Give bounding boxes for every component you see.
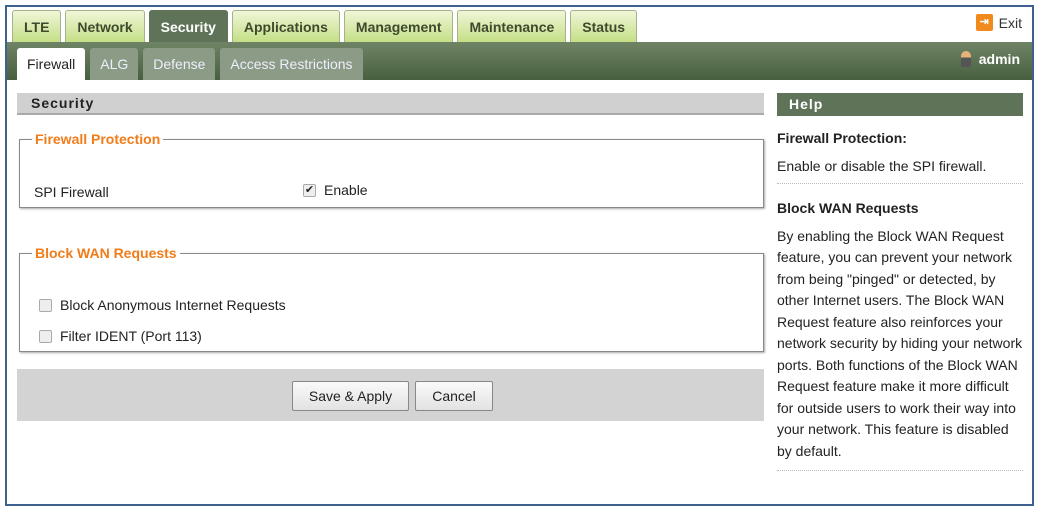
- help-title: Help: [777, 93, 1023, 116]
- spi-firewall-enable[interactable]: ✔ Enable: [303, 182, 368, 198]
- help-section-title: Firewall Protection:: [777, 130, 907, 146]
- save-apply-button[interactable]: Save & Apply: [292, 381, 409, 411]
- help-section: Firewall Protection: Enable or disable t…: [777, 116, 1023, 184]
- cancel-button[interactable]: Cancel: [415, 381, 493, 411]
- tab-security[interactable]: Security: [148, 10, 228, 42]
- help-section-text: Enable or disable the SPI firewall.: [777, 157, 987, 174]
- subtab-alg[interactable]: ALG: [90, 48, 139, 80]
- user-menu: admin: [960, 51, 1020, 67]
- spi-firewall-checkbox[interactable]: ✔: [303, 183, 316, 197]
- help-section-text: By enabling the Block WAN Request featur…: [777, 227, 1023, 459]
- exit-button[interactable]: ⇥ Exit: [975, 14, 1022, 31]
- checkbox-label: Filter IDENT (Port 113): [60, 328, 202, 344]
- tab-network[interactable]: Network: [65, 10, 145, 42]
- user-icon: [960, 51, 971, 67]
- top-nav: LTE Network Security Applications Manage…: [12, 10, 638, 42]
- subtab-access-restrictions[interactable]: Access Restrictions: [220, 48, 363, 80]
- filter-ident-checkbox[interactable]: [39, 329, 52, 343]
- group-legend: Firewall Protection: [35, 131, 161, 147]
- checkbox-label: Block Anonymous Internet Requests: [60, 297, 286, 313]
- block-anonymous-checkbox[interactable]: [39, 298, 52, 312]
- tab-management[interactable]: Management: [343, 10, 454, 42]
- tab-maintenance[interactable]: Maintenance: [457, 10, 567, 42]
- block-anonymous-option[interactable]: Block Anonymous Internet Requests: [39, 297, 286, 313]
- label-text: SPI Firewall: [34, 184, 109, 200]
- filter-ident-option[interactable]: Filter IDENT (Port 113): [39, 328, 202, 344]
- checkbox-label: Enable: [324, 182, 368, 198]
- subtab-firewall[interactable]: Firewall: [17, 48, 86, 80]
- button-bar: Save & Apply Cancel: [17, 369, 764, 421]
- firewall-protection-group: Firewall Protection SPI Firewall ✔ Enabl…: [19, 131, 764, 208]
- help-panel: Help Firewall Protection: Enable or disa…: [777, 93, 1023, 471]
- section-title: Security: [17, 93, 764, 115]
- tab-applications[interactable]: Applications: [231, 10, 340, 42]
- tab-lte[interactable]: LTE: [12, 10, 62, 42]
- exit-icon: ⇥: [975, 14, 993, 31]
- tab-status[interactable]: Status: [570, 10, 638, 42]
- help-section-title: Block WAN Requests: [777, 200, 919, 216]
- spi-firewall-label: SPI Firewall: [34, 184, 109, 200]
- block-wan-group: Block WAN Requests Block Anonymous Inter…: [19, 245, 764, 352]
- subtab-defense[interactable]: Defense: [143, 48, 216, 80]
- username: admin: [978, 51, 1020, 67]
- group-legend: Block WAN Requests: [35, 245, 177, 261]
- help-section: Block WAN Requests By enabling the Block…: [777, 184, 1023, 471]
- sub-nav-bar: Firewall ALG Defense Access Restrictions…: [7, 42, 1032, 80]
- exit-label: Exit: [998, 14, 1022, 31]
